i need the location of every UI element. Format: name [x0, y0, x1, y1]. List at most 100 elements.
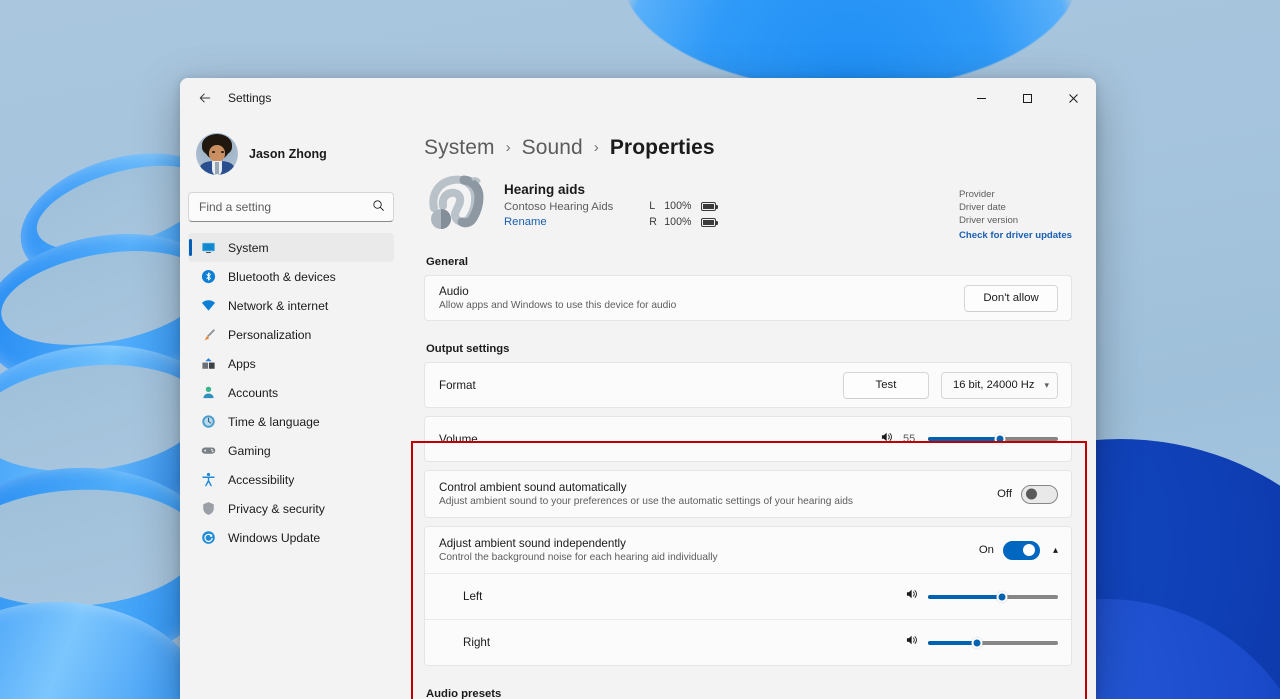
- left-ambient-slider[interactable]: [928, 595, 1058, 599]
- search-container: [188, 192, 394, 222]
- profile-name: Jason Zhong: [249, 147, 327, 161]
- person-icon: [200, 384, 217, 401]
- format-card: Format Test 16 bit, 24000 Hz ▾: [424, 362, 1072, 408]
- content-pane: System › Sound › Properties: [402, 118, 1096, 699]
- check-driver-updates-link[interactable]: Check for driver updates: [959, 229, 1072, 242]
- search-input[interactable]: [188, 192, 394, 222]
- update-icon: [200, 529, 217, 546]
- sidebar-item-gaming[interactable]: Gaming: [188, 436, 394, 465]
- sidebar-nav: System Bluetooth & devices Network & int…: [188, 233, 394, 552]
- sidebar-item-label: Windows Update: [228, 531, 320, 545]
- driver-version-label: Driver version: [959, 214, 1072, 227]
- right-slider-group: [905, 633, 1058, 652]
- sidebar-item-time-language[interactable]: Time & language: [188, 407, 394, 436]
- control-ambient-auto-state: Off: [995, 488, 1012, 500]
- device-header: Hearing aids Contoso Hearing Aids Rename…: [414, 174, 1072, 242]
- sidebar-item-apps[interactable]: Apps: [188, 349, 394, 378]
- page-title: Properties: [610, 136, 715, 159]
- control-ambient-auto-row: Control ambient sound automatically Adju…: [425, 471, 1071, 517]
- close-icon[interactable]: [1050, 78, 1096, 118]
- audio-description: Allow apps and Windows to use this devic…: [439, 300, 676, 311]
- sidebar-item-label: Gaming: [228, 444, 271, 458]
- sidebar-item-label: Privacy & security: [228, 502, 325, 516]
- sidebar-item-label: Accounts: [228, 386, 278, 400]
- minimize-icon[interactable]: [958, 78, 1004, 118]
- back-arrow-icon[interactable]: [190, 83, 220, 113]
- sidebar-item-network-internet[interactable]: Network & internet: [188, 291, 394, 320]
- volume-label: Volume: [439, 433, 478, 446]
- left-ambient-row: Left: [425, 573, 1071, 619]
- sidebar-item-label: Network & internet: [228, 299, 328, 313]
- adjust-ambient-independent-toggle[interactable]: [1003, 541, 1040, 560]
- chevron-right-icon: ›: [501, 139, 516, 156]
- sidebar-item-label: Apps: [228, 357, 256, 371]
- control-ambient-auto-toggle-group: Off: [995, 485, 1058, 504]
- sidebar-item-bluetooth-devices[interactable]: Bluetooth & devices: [188, 262, 394, 291]
- dont-allow-button[interactable]: Don't allow: [964, 285, 1058, 312]
- sidebar-item-label: System: [228, 241, 269, 255]
- section-header-output-settings: Output settings: [414, 329, 1072, 362]
- battery-percent: 100%: [664, 216, 694, 228]
- chevron-up-icon[interactable]: ▴: [1053, 545, 1058, 556]
- volume-card: Volume 55: [424, 416, 1072, 462]
- control-ambient-auto-toggle[interactable]: [1021, 485, 1058, 504]
- battery-percent: 100%: [664, 200, 694, 212]
- rename-link[interactable]: Rename: [504, 216, 613, 228]
- control-ambient-auto-description: Adjust ambient sound to your preferences…: [439, 496, 853, 507]
- section-header-general: General: [414, 242, 1072, 275]
- right-label: Right: [463, 636, 490, 649]
- adjust-ambient-independent-label: Adjust ambient sound independently: [439, 537, 718, 550]
- device-subtitle: Contoso Hearing Aids: [504, 201, 613, 213]
- monitor-icon: [200, 239, 217, 256]
- sidebar-item-accounts[interactable]: Accounts: [188, 378, 394, 407]
- adjust-ambient-independent-state: On: [977, 544, 994, 556]
- battery-row-right: R 100%: [649, 216, 716, 228]
- speaker-icon[interactable]: [905, 587, 919, 606]
- chevron-right-icon: ›: [589, 139, 604, 156]
- sidebar: Jason Zhong System: [180, 118, 402, 699]
- paintbrush-icon: [200, 326, 217, 343]
- sidebar-item-accessibility[interactable]: Accessibility: [188, 465, 394, 494]
- bluetooth-icon: [200, 268, 217, 285]
- right-ambient-slider[interactable]: [928, 641, 1058, 645]
- speaker-icon[interactable]: [905, 633, 919, 652]
- shield-icon: [200, 500, 217, 517]
- adjust-ambient-independent-toggle-group: On ▴: [977, 541, 1058, 560]
- user-profile[interactable]: Jason Zhong: [188, 118, 394, 182]
- maximize-icon[interactable]: [1004, 78, 1050, 118]
- chevron-down-icon: ▾: [1044, 380, 1049, 391]
- sidebar-item-label: Time & language: [228, 415, 320, 429]
- battery-ear-label: L: [649, 200, 657, 212]
- battery-ear-label: R: [649, 216, 657, 228]
- desktop-background: Settings: [0, 0, 1280, 699]
- breadcrumb-sound[interactable]: Sound: [522, 136, 583, 159]
- apps-icon: [200, 355, 217, 372]
- search-icon: [372, 199, 385, 217]
- section-header-audio-presets: Audio presets: [414, 674, 1072, 699]
- driver-info: Provider Driver date Driver version Chec…: [959, 176, 1072, 242]
- avatar: [196, 133, 238, 175]
- sidebar-item-windows-update[interactable]: Windows Update: [188, 523, 394, 552]
- adjust-ambient-independent-description: Control the background noise for each he…: [439, 552, 718, 563]
- volume-slider[interactable]: [928, 437, 1058, 441]
- sidebar-item-system[interactable]: System: [188, 233, 394, 262]
- sidebar-item-personalization[interactable]: Personalization: [188, 320, 394, 349]
- left-label: Left: [463, 590, 482, 603]
- device-meta: Hearing aids Contoso Hearing Aids Rename: [504, 176, 613, 228]
- window-title: Settings: [228, 91, 271, 105]
- sidebar-item-label: Personalization: [228, 328, 311, 342]
- gamepad-icon: [200, 442, 217, 459]
- format-dropdown[interactable]: 16 bit, 24000 Hz ▾: [941, 372, 1058, 399]
- wallpaper-bloom-top: [620, 0, 1080, 90]
- breadcrumb: System › Sound › Properties: [414, 118, 1072, 174]
- window-titlebar: Settings: [180, 78, 1096, 118]
- breadcrumb-system[interactable]: System: [424, 136, 495, 159]
- volume-slider-group: 55: [880, 430, 1058, 449]
- clock-icon: [200, 413, 217, 430]
- speaker-icon[interactable]: [880, 430, 894, 449]
- sidebar-item-privacy-security[interactable]: Privacy & security: [188, 494, 394, 523]
- driver-provider-label: Provider: [959, 188, 1072, 201]
- test-button[interactable]: Test: [843, 372, 929, 399]
- sidebar-item-label: Bluetooth & devices: [228, 270, 336, 284]
- volume-value: 55: [903, 433, 919, 445]
